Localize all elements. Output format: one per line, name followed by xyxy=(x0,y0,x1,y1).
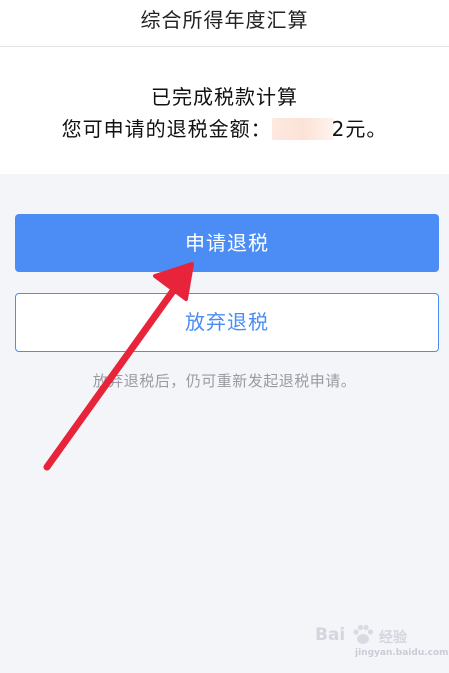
calculation-status-text: 已完成税款计算 xyxy=(151,85,298,109)
paw-logo-icon xyxy=(353,624,374,644)
watermark-url: jingyan.baidu.com xyxy=(355,648,449,658)
refund-amount-label: 您可申请的退税金额： xyxy=(61,117,272,141)
apply-refund-button[interactable]: 申请退税 xyxy=(15,214,439,272)
watermark: Bai 经验 jingyan.baidu.com xyxy=(315,621,449,658)
refund-screen: 综合所得年度汇算 已完成税款计算 您可申请的退税金额： 2元。 申请退税 放弃退税… xyxy=(0,0,449,673)
refund-amount-value: 2元。 xyxy=(331,117,388,141)
calculation-result-card: 已完成税款计算 您可申请的退税金额： 2元。 xyxy=(0,47,449,174)
watermark-brand-suffix: 经验 xyxy=(379,630,407,646)
watermark-brand-prefix: Bai xyxy=(315,625,346,645)
refund-amount-line: 您可申请的退税金额： 2元。 xyxy=(0,113,449,142)
top-bar: 综合所得年度汇算 xyxy=(0,0,449,47)
abandon-hint-text: 放弃退税后，仍可重新发起退税申请。 xyxy=(92,372,357,390)
page-title: 综合所得年度汇算 xyxy=(140,8,309,32)
refund-amount-redaction xyxy=(271,118,334,140)
abandon-refund-button[interactable]: 放弃退税 xyxy=(15,293,439,352)
